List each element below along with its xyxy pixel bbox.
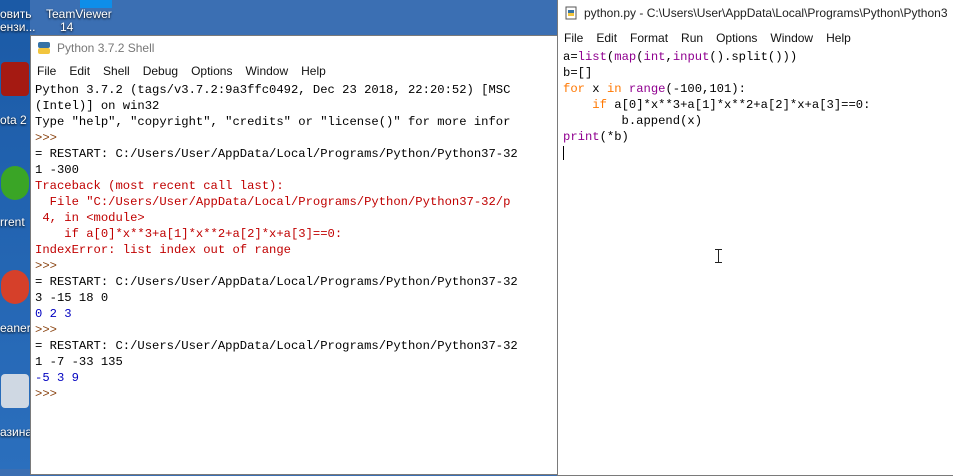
desktop-icon-dota[interactable]: ota 2 [0,62,30,127]
menu-help[interactable]: Help [301,64,326,78]
shell-line: Python 3.7.2 (tags/v3.7.2:9a3ffc0492, De… [35,83,511,97]
editor-titlebar[interactable]: python.py - C:\Users\User\AppData\Local\… [558,0,953,25]
code-line: print(*b) [563,130,629,144]
desktop-label: TeamViewer [46,7,112,21]
python-shell-window[interactable]: Python 3.7.2 Shell File Edit Shell Debug… [30,35,558,475]
shell-titlebar[interactable]: Python 3.7.2 Shell [31,36,557,60]
dota-icon [1,62,29,96]
editor-code-area[interactable]: a=list(map(int,input().split())) b=[] for … [558,49,953,161]
shell-line: IndexError: list index out of range [35,243,291,257]
shell-line: 0 2 3 [35,307,72,321]
code-line-empty [563,145,953,161]
code-line: b.append(x) [621,114,703,128]
desktop-icon-ccleaner[interactable]: eaner [0,270,31,335]
shell-line: File "C:/Users/User/AppData/Local/Progra… [35,195,511,209]
ibeam-cursor-icon [715,249,722,263]
desktop-top-icons: овить ензи... TeamViewer 14 [0,0,560,34]
menu-format[interactable]: Format [630,31,668,45]
menu-window[interactable]: Window [770,31,813,45]
shell-line: = RESTART: C:/Users/User/AppData/Local/P… [35,275,518,289]
shell-prompt: >>> [35,259,57,273]
shell-line: Type "help", "copyright", "credits" or "… [35,115,511,129]
shell-line: Traceback (most recent call last): [35,179,284,193]
desktop-label: 14 [60,20,74,34]
code-line: for x in range(-100,101): [563,82,746,96]
desktop-icon-utorrent[interactable]: rrent [0,166,30,229]
desktop-strip: ota 2 rrent eaner азина [0,0,32,469]
shell-line: 1 -7 -33 135 [35,355,123,369]
shell-prompt: >>> [35,131,57,145]
python-file-icon [565,6,577,20]
shell-prompt: >>> [35,387,57,401]
text-caret [563,145,564,160]
shell-output-area[interactable]: Python 3.7.2 (tags/v3.7.2:9a3ffc0492, De… [31,82,557,462]
shell-prompt: >>> [35,323,57,337]
code-line: if a[0]*x**3+a[1]*x**2+a[2]*x+a[3]==0: [592,98,871,112]
menu-shell[interactable]: Shell [103,64,130,78]
shell-line: = RESTART: C:/Users/User/AppData/Local/P… [35,147,518,161]
editor-window[interactable]: python.py - C:\Users\User\AppData\Local\… [557,0,953,476]
menu-options[interactable]: Options [191,64,232,78]
ccleaner-icon [1,270,29,304]
shell-menubar: File Edit Shell Debug Options Window Hel… [31,60,557,82]
shell-line: = RESTART: C:/Users/User/AppData/Local/P… [35,339,518,353]
menu-debug[interactable]: Debug [143,64,178,78]
recycle-bin-icon [1,374,29,408]
desktop-icon-recycle-bin[interactable]: азина [0,374,32,439]
editor-menubar: File Edit Format Run Options Window Help [558,27,953,49]
desktop-top-label-teamviewer[interactable]: TeamViewer 14 [46,8,112,34]
shell-line: 1 -300 [35,163,79,177]
desktop-label: ензи... [0,20,36,34]
shell-line: 3 -15 18 0 [35,291,109,305]
shell-line: (Intel)] on win32 [35,99,160,113]
menu-run[interactable]: Run [681,31,703,45]
menu-window[interactable]: Window [245,64,288,78]
python-icon [38,42,50,54]
menu-file[interactable]: File [564,31,583,45]
menu-edit[interactable]: Edit [69,64,90,78]
code-line: a=list(map(int,input().split())) [563,50,798,64]
shell-line: 4, in <module> [35,211,145,225]
menu-edit[interactable]: Edit [596,31,617,45]
shell-line: -5 3 9 [35,371,79,385]
code-line: b=[] [563,66,593,80]
menu-file[interactable]: File [37,64,56,78]
shell-title: Python 3.7.2 Shell [57,41,155,55]
menu-help[interactable]: Help [826,31,851,45]
editor-title: python.py - C:\Users\User\AppData\Local\… [584,6,948,20]
desktop-top-label[interactable]: овить ензи... [0,8,36,34]
menu-options[interactable]: Options [716,31,757,45]
utorrent-icon [1,166,29,200]
shell-line: if a[0]*x**3+a[1]*x**2+a[2]*x+a[3]==0: [35,227,343,241]
